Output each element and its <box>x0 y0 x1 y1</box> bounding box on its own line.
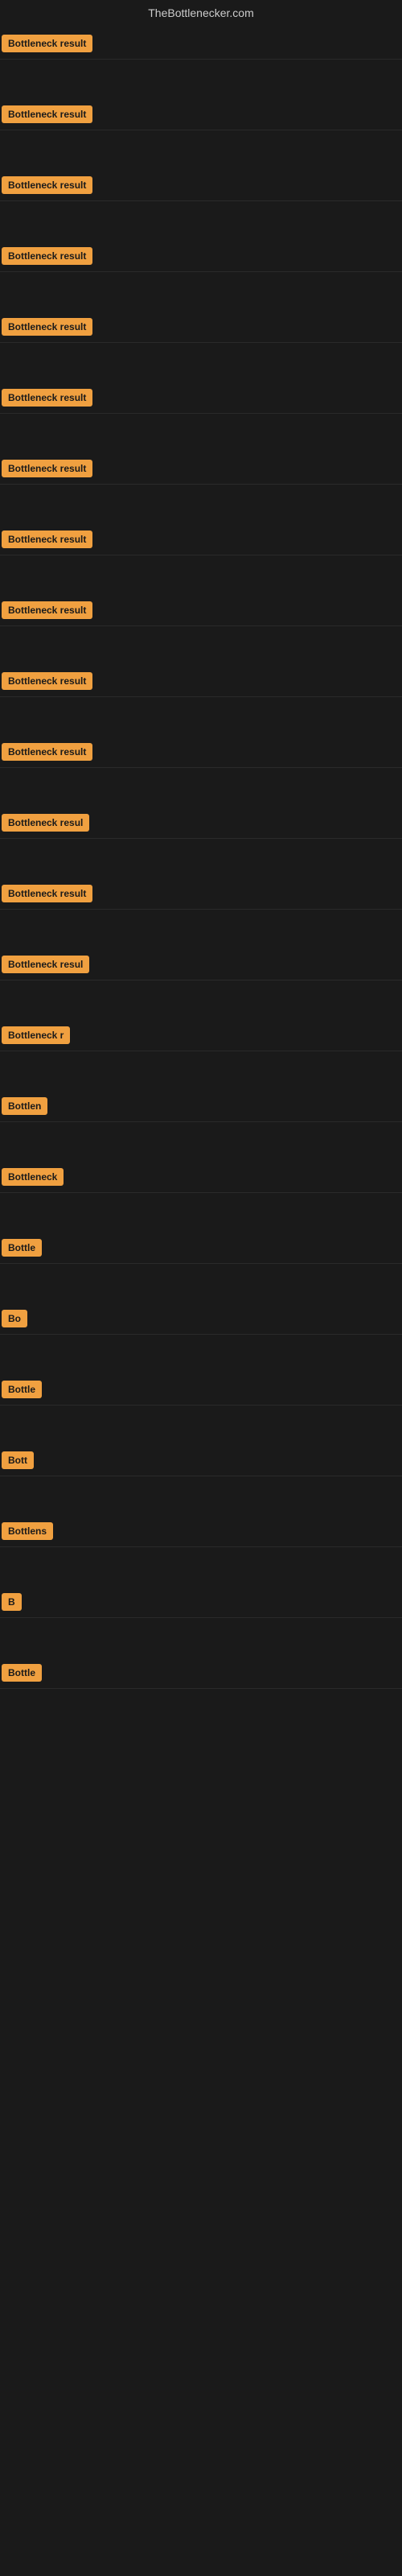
list-item: Bottle <box>0 1373 402 1406</box>
bottleneck-result-badge[interactable]: Bottlen <box>2 1097 47 1115</box>
spacer <box>0 60 402 98</box>
spacer <box>0 272 402 311</box>
bottleneck-result-badge[interactable]: Bottleneck result <box>2 389 92 407</box>
list-item: Bottleneck result <box>0 665 402 697</box>
bottleneck-result-badge[interactable]: Bottle <box>2 1664 42 1682</box>
list-item: Bottleneck result <box>0 523 402 555</box>
site-title: TheBottlenecker.com <box>148 6 254 19</box>
spacer <box>0 839 402 877</box>
bottleneck-result-badge[interactable]: Bottleneck result <box>2 176 92 194</box>
spacer <box>0 201 402 240</box>
bottleneck-result-badge[interactable]: Bottleneck result <box>2 743 92 761</box>
bottleneck-result-badge[interactable]: Bottleneck r <box>2 1026 70 1044</box>
list-item: Bottleneck result <box>0 311 402 343</box>
list-item: Bottleneck result <box>0 169 402 201</box>
bottleneck-result-badge[interactable]: Bottleneck result <box>2 35 92 52</box>
bottleneck-result-badge[interactable]: Bottleneck result <box>2 530 92 548</box>
spacer <box>0 1193 402 1232</box>
list-item: Bottleneck result <box>0 27 402 60</box>
list-item: Bottleneck result <box>0 98 402 130</box>
spacer <box>0 130 402 169</box>
site-header: TheBottlenecker.com <box>0 0 402 27</box>
bottleneck-result-badge[interactable]: Bottleneck resul <box>2 814 89 832</box>
bottleneck-result-badge[interactable]: Bottleneck result <box>2 885 92 902</box>
list-item: Bottleneck resul <box>0 948 402 980</box>
list-item: Bottleneck <box>0 1161 402 1193</box>
bottleneck-result-badge[interactable]: Bottleneck result <box>2 460 92 477</box>
list-item: Bottle <box>0 1657 402 1689</box>
list-item: Bottleneck result <box>0 240 402 272</box>
spacer <box>0 1406 402 1444</box>
spacer <box>0 555 402 594</box>
bottleneck-result-badge[interactable]: Bottlens <box>2 1522 53 1540</box>
list-item: Bottleneck resul <box>0 807 402 839</box>
spacer <box>0 485 402 523</box>
list-item: Bottleneck r <box>0 1019 402 1051</box>
bottleneck-result-badge[interactable]: Bo <box>2 1310 27 1327</box>
bottleneck-result-badge[interactable]: Bottleneck result <box>2 601 92 619</box>
list-item: Bottlen <box>0 1090 402 1122</box>
bottleneck-result-badge[interactable]: Bottle <box>2 1381 42 1398</box>
spacer <box>0 1476 402 1515</box>
bottleneck-result-badge[interactable]: Bottleneck result <box>2 318 92 336</box>
list-item: Bottleneck result <box>0 877 402 910</box>
spacer <box>0 1547 402 1586</box>
spacer <box>0 1122 402 1161</box>
list-item: Bottleneck result <box>0 452 402 485</box>
spacer <box>0 980 402 1019</box>
spacer <box>0 697 402 736</box>
bottleneck-result-badge[interactable]: B <box>2 1593 22 1611</box>
bottom-spacer <box>0 1728 402 2452</box>
spacer <box>0 910 402 948</box>
spacer <box>0 1618 402 1657</box>
list-item: Bottlens <box>0 1515 402 1547</box>
bottleneck-result-badge[interactable]: Bottleneck result <box>2 247 92 265</box>
bottleneck-result-badge[interactable]: Bottle <box>2 1239 42 1257</box>
list-item: Bottleneck result <box>0 594 402 626</box>
bottleneck-result-badge[interactable]: Bottleneck result <box>2 105 92 123</box>
list-item: B <box>0 1586 402 1618</box>
list-item: Bottle <box>0 1232 402 1264</box>
spacer <box>0 1335 402 1373</box>
spacer <box>0 1051 402 1090</box>
spacer <box>0 626 402 665</box>
spacer <box>0 768 402 807</box>
bottleneck-result-badge[interactable]: Bottleneck result <box>2 672 92 690</box>
spacer <box>0 343 402 382</box>
bottleneck-result-badge[interactable]: Bott <box>2 1451 34 1469</box>
bottleneck-result-badge[interactable]: Bottleneck <box>2 1168 64 1186</box>
list-item: Bottleneck result <box>0 736 402 768</box>
spacer <box>0 414 402 452</box>
list-item: Bott <box>0 1444 402 1476</box>
spacer <box>0 1264 402 1302</box>
bottleneck-result-badge[interactable]: Bottleneck resul <box>2 956 89 973</box>
list-item: Bo <box>0 1302 402 1335</box>
spacer <box>0 1689 402 1728</box>
list-item: Bottleneck result <box>0 382 402 414</box>
